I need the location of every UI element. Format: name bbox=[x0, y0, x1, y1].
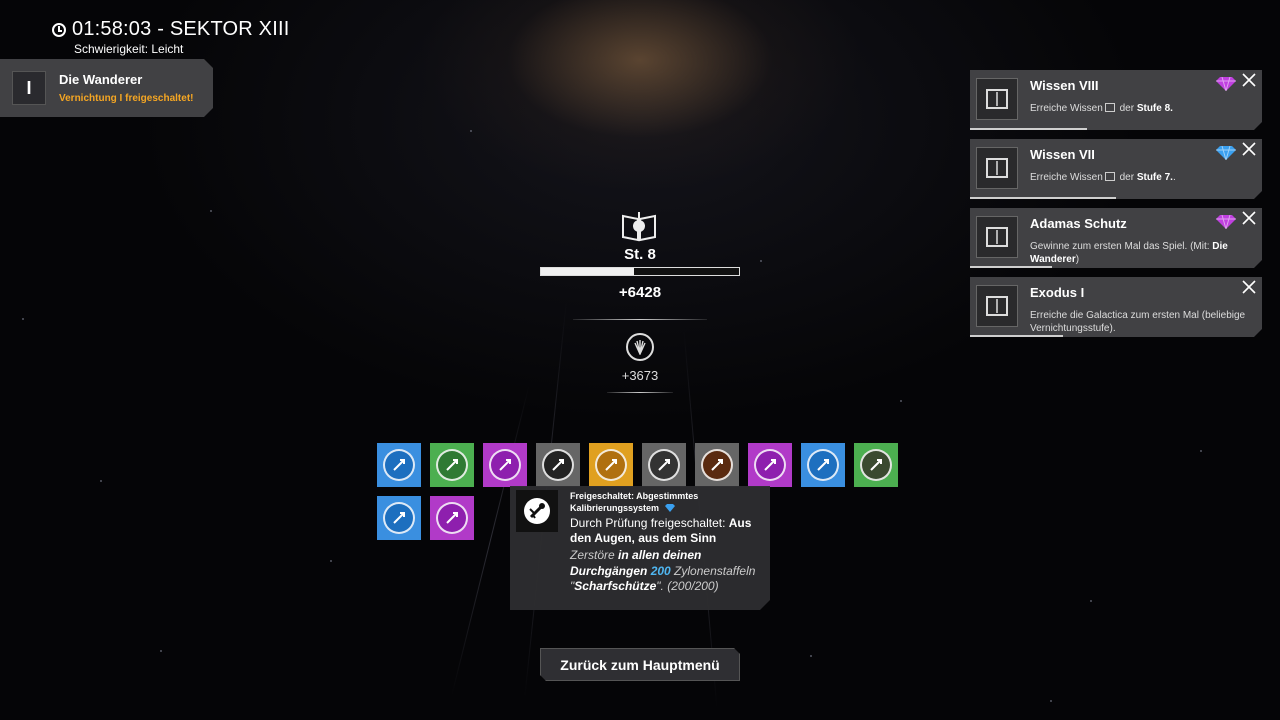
ram-icon bbox=[489, 449, 521, 481]
knowledge-inline-icon bbox=[1104, 103, 1115, 112]
achievement-description: Gewinne zum ersten Mal das Spiel. (Mit: … bbox=[1030, 241, 1228, 265]
achievement-timer-bar bbox=[970, 266, 1052, 268]
helmet-icon bbox=[542, 449, 574, 481]
divider bbox=[573, 319, 707, 320]
level-progress-fill bbox=[541, 268, 635, 275]
achievement-description: Erreiche Wissen der Stufe 8. bbox=[1030, 103, 1173, 114]
gem-icon bbox=[1215, 142, 1237, 164]
unlock-hangar[interactable] bbox=[854, 443, 898, 487]
skull-icon bbox=[595, 449, 627, 481]
timer-text: 01:58:03 - SEKTOR XIII bbox=[72, 18, 290, 40]
blue-gem-icon bbox=[664, 504, 675, 512]
faction-name: Die Wanderer bbox=[59, 72, 143, 87]
gem-icon bbox=[1215, 211, 1237, 233]
unlock-ram[interactable] bbox=[483, 443, 527, 487]
clock-icon bbox=[52, 22, 66, 37]
achievement-title: Wissen VIII bbox=[1030, 78, 1099, 93]
spark-icon bbox=[436, 449, 468, 481]
missile-icon bbox=[754, 449, 786, 481]
achievement-description: Erreiche Wissen der Stufe 7.. bbox=[1030, 172, 1176, 183]
unlock-gear[interactable] bbox=[377, 496, 421, 540]
wrench-icon bbox=[516, 490, 558, 532]
medal-icon bbox=[976, 216, 1018, 258]
back-to-main-menu-button[interactable]: Zurück zum Hauptmenü bbox=[540, 648, 740, 681]
ship-icon bbox=[648, 449, 680, 481]
close-icon[interactable] bbox=[1242, 280, 1260, 298]
points-gain: +3673 bbox=[621, 368, 659, 383]
achievement-title: Wissen VII bbox=[1030, 147, 1095, 162]
unlock-rocket[interactable] bbox=[430, 496, 474, 540]
faction-rank-badge: I bbox=[12, 71, 46, 105]
tooltip-description: Zerstöre in allen deinen Durchgängen 200… bbox=[570, 548, 756, 593]
difficulty-label: Schwierigkeit: Leicht bbox=[74, 42, 184, 56]
achievement-card: Wissen VIII Erreiche Wissen der Stufe 8. bbox=[970, 70, 1262, 130]
gem-icon bbox=[1215, 73, 1237, 95]
achievement-card: Wissen VII Erreiche Wissen der Stufe 7.. bbox=[970, 139, 1262, 199]
achievement-description: Erreiche die Galactica zum ersten Mal (b… bbox=[1030, 310, 1246, 334]
tooltip-header: Freigeschaltet: Abgestimmtes Kalibrierun… bbox=[570, 491, 699, 513]
cylon-emblem-icon bbox=[626, 333, 654, 361]
achievement-card: Exodus I Erreiche die Galactica zum erste… bbox=[970, 277, 1262, 337]
crest-icon bbox=[976, 285, 1018, 327]
unlock-tooltip: Freigeschaltet: Abgestimmtes Kalibrierun… bbox=[510, 486, 770, 610]
run-timer: 01:58:03 - SEKTOR XIII Schwierigkeit: Le… bbox=[52, 18, 289, 56]
achievement-title: Adamas Schutz bbox=[1030, 216, 1127, 231]
achievement-timer-bar bbox=[970, 335, 1064, 337]
xp-gain: +6428 bbox=[618, 284, 662, 301]
knowledge-book-icon bbox=[622, 212, 656, 242]
unlock-calibration[interactable] bbox=[377, 443, 421, 487]
knowledge-inline-icon bbox=[1104, 172, 1115, 181]
unlock-skull[interactable] bbox=[589, 443, 633, 487]
tooltip-body: Durch Prüfung freigeschaltet: Aus den Au… bbox=[570, 516, 752, 545]
achievement-timer-bar bbox=[970, 197, 1116, 199]
close-icon[interactable] bbox=[1242, 211, 1260, 229]
achievement-card: Adamas Schutz Gewinne zum ersten Mal das … bbox=[970, 208, 1262, 268]
unlock-shield[interactable] bbox=[801, 443, 845, 487]
book-viii-icon bbox=[976, 78, 1018, 120]
ship-icon bbox=[701, 449, 733, 481]
faction-panel: I Die Wanderer Vernichtung I freigeschal… bbox=[0, 59, 213, 117]
unlock-green-spark[interactable] bbox=[430, 443, 474, 487]
gear-icon bbox=[383, 502, 415, 534]
unlock-missiles[interactable] bbox=[748, 443, 792, 487]
achievement-timer-bar bbox=[970, 128, 1087, 130]
knowledge-level: St. 8 bbox=[624, 246, 656, 263]
shield-icon bbox=[807, 449, 839, 481]
faction-unlock-note: Vernichtung I freigeschaltet! bbox=[59, 93, 194, 104]
unlock-ship-grey[interactable] bbox=[642, 443, 686, 487]
wrench-icon bbox=[383, 449, 415, 481]
close-icon[interactable] bbox=[1242, 73, 1260, 91]
book-vii-icon bbox=[976, 147, 1018, 189]
level-progress-bar bbox=[540, 267, 740, 276]
unlock-ship-orange[interactable] bbox=[695, 443, 739, 487]
close-icon[interactable] bbox=[1242, 142, 1260, 160]
achievement-title: Exodus I bbox=[1030, 285, 1085, 300]
divider bbox=[607, 392, 673, 393]
hangar-icon bbox=[860, 449, 892, 481]
unlock-cylon-helmet[interactable] bbox=[536, 443, 580, 487]
rocket-icon bbox=[436, 502, 468, 534]
